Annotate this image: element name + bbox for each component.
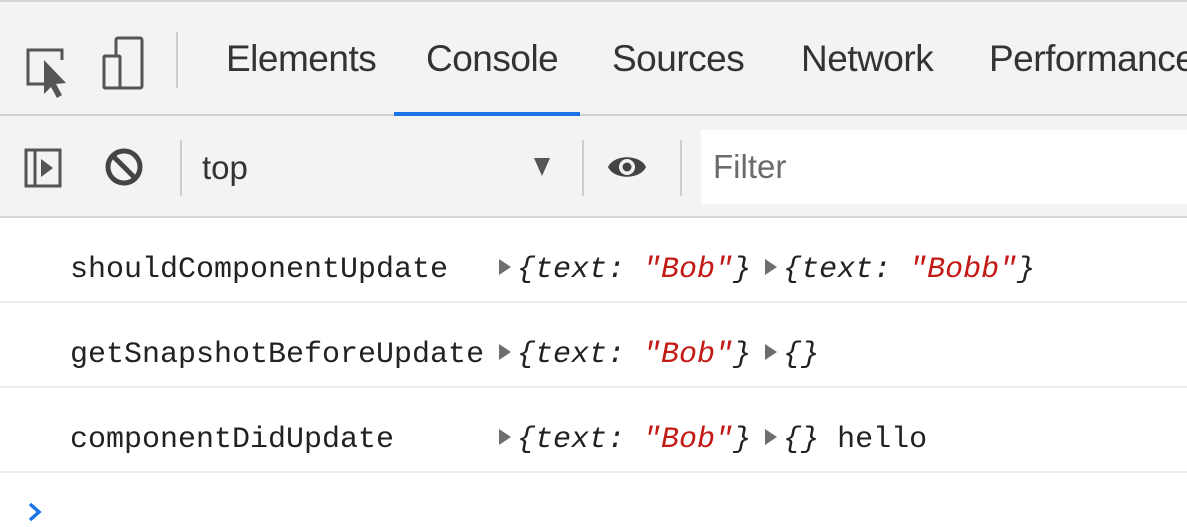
clear-console-icon bbox=[105, 148, 143, 186]
object-preview[interactable]: {text: "Bobb"} bbox=[783, 253, 1035, 287]
object-preview[interactable]: {text: "Bob"} bbox=[517, 253, 751, 287]
execution-context-select[interactable]: top bbox=[182, 116, 582, 216]
log-extra-text: hello bbox=[837, 423, 928, 457]
create-live-expression-button[interactable] bbox=[606, 146, 648, 188]
console-prompt[interactable] bbox=[0, 472, 1187, 527]
clear-console-button[interactable] bbox=[102, 144, 148, 190]
inspect-element-button[interactable] bbox=[22, 2, 76, 116]
expand-triangle-icon[interactable] bbox=[499, 344, 511, 360]
console-toolbar: top bbox=[0, 116, 1187, 218]
toolbar-divider bbox=[680, 140, 682, 196]
dropdown-arrow-icon bbox=[534, 158, 550, 176]
tab-sources[interactable]: Sources bbox=[612, 2, 745, 116]
filter-input[interactable] bbox=[701, 130, 1187, 204]
expand-triangle-icon[interactable] bbox=[765, 429, 778, 445]
empty-object-preview[interactable]: {} bbox=[783, 423, 819, 457]
console-messages: shouldComponentUpdate {text: "Bob"} {text… bbox=[0, 218, 1187, 473]
tab-network[interactable]: Network bbox=[801, 2, 934, 116]
toolbar-divider bbox=[176, 32, 178, 88]
expand-triangle-icon[interactable] bbox=[765, 259, 778, 275]
console-message[interactable]: componentDidUpdate {text: "Bob"}{} hello bbox=[0, 388, 1187, 473]
expand-triangle-icon[interactable] bbox=[499, 429, 511, 445]
live-expression-eye-icon bbox=[608, 157, 646, 177]
console-message[interactable]: shouldComponentUpdate {text: "Bob"} {text… bbox=[0, 218, 1187, 303]
inspect-element-icon bbox=[26, 48, 66, 98]
tab-console[interactable]: Console bbox=[426, 2, 559, 116]
expand-triangle-icon[interactable] bbox=[499, 259, 511, 275]
object-preview[interactable]: {text: "Bob"} bbox=[517, 338, 751, 372]
device-toolbar-icon bbox=[102, 36, 144, 90]
show-console-sidebar-button[interactable] bbox=[23, 147, 65, 189]
execution-context-label: top bbox=[202, 149, 248, 186]
tab-performance[interactable]: Performance bbox=[989, 2, 1187, 116]
device-toolbar-button[interactable] bbox=[92, 2, 152, 116]
sidebar-toggle-icon bbox=[24, 148, 62, 188]
empty-object-preview[interactable]: {} bbox=[783, 338, 819, 372]
console-message[interactable]: getSnapshotBeforeUpdate {text: "Bob"}{} bbox=[0, 303, 1187, 388]
toolbar-divider bbox=[582, 140, 584, 196]
expand-triangle-icon[interactable] bbox=[765, 344, 778, 360]
devtools-tab-bar: Elements Console Sources Network Perform… bbox=[0, 0, 1187, 117]
tab-elements[interactable]: Elements bbox=[226, 2, 377, 116]
devtools-panel: Elements Console Sources Network Perform… bbox=[0, 0, 1187, 527]
object-preview[interactable]: {text: "Bob"} bbox=[517, 423, 751, 457]
console-prompt-icon bbox=[28, 502, 42, 522]
